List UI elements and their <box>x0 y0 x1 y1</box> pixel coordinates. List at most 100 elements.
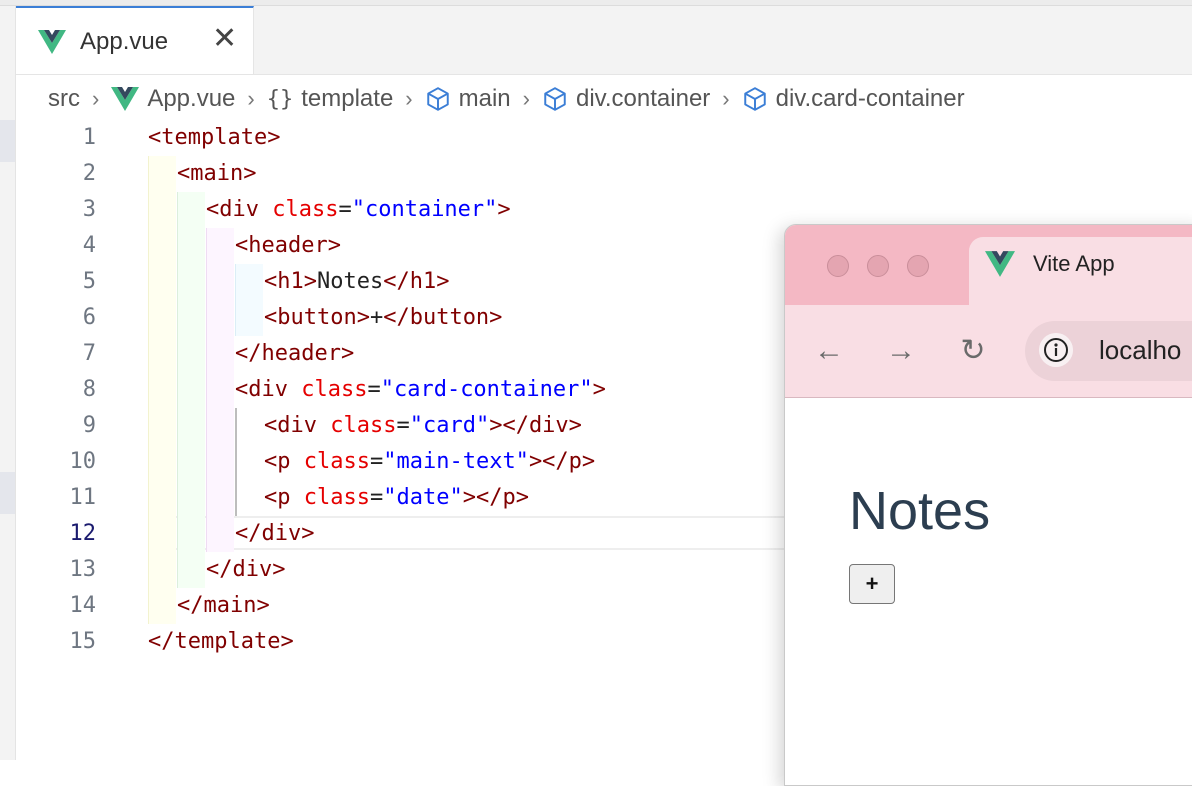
indent-guide <box>148 156 176 624</box>
braces-icon: {} <box>266 86 294 112</box>
code-token: </header> <box>235 341 355 366</box>
forward-arrow-icon[interactable]: → <box>885 335 917 367</box>
editor-tab-app-vue[interactable]: App.vue ✕ <box>16 6 254 74</box>
code-token: </button> <box>383 305 503 330</box>
code-token: </div> <box>206 557 286 582</box>
code-token: > <box>592 377 606 402</box>
code-token: <div <box>264 413 317 438</box>
breadcrumb-label: div.card-container <box>775 85 965 112</box>
vue-file-icon <box>111 87 140 111</box>
line-number: 10 <box>69 449 97 474</box>
line-number: 15 <box>69 629 97 654</box>
window-close-button[interactable] <box>827 255 849 277</box>
chevron-right-icon: › <box>92 86 100 111</box>
breadcrumb-item-main[interactable]: main <box>425 85 511 113</box>
browser-tab[interactable]: Vite App <box>969 237 1192 313</box>
breadcrumb-label: div.container <box>575 85 711 112</box>
vue-logo-icon <box>985 251 1015 277</box>
code-token: <p <box>264 449 291 474</box>
back-arrow-icon[interactable]: ← <box>813 335 845 367</box>
code-token: class <box>272 197 339 222</box>
line-number: 11 <box>69 485 97 510</box>
code-token: <p <box>264 485 291 510</box>
code-token: "main-text" <box>383 449 529 474</box>
line-number: 14 <box>69 593 97 618</box>
indent-guide <box>235 264 263 336</box>
add-note-button[interactable]: + <box>849 564 895 604</box>
code-token: </template> <box>148 629 294 654</box>
code-token: ></div> <box>489 413 582 438</box>
info-icon[interactable] <box>1039 333 1073 367</box>
browser-titlebar: Vite App <box>785 225 1192 313</box>
code-token: = <box>369 485 384 510</box>
code-token: <h1> <box>264 269 317 294</box>
tab-label: App.vue <box>80 28 169 55</box>
activity-gutter <box>0 6 16 760</box>
code-token: = <box>396 413 410 438</box>
cube-icon <box>544 87 566 111</box>
browser-window: Vite App ← → ↻ localho Notes + <box>784 224 1192 786</box>
code-token: "container" <box>351 197 498 222</box>
indent-guide <box>177 192 205 588</box>
code-token: > <box>497 197 511 222</box>
line-number: 2 <box>82 161 96 186</box>
reload-icon[interactable]: ↻ <box>957 335 989 367</box>
code-token: = <box>367 377 381 402</box>
line-number: 13 <box>69 557 97 582</box>
breadcrumb-label: main <box>458 85 511 112</box>
gutter-marker <box>0 120 15 162</box>
code-token: <header> <box>235 233 341 258</box>
line-number: 6 <box>82 305 96 330</box>
breadcrumb-label: src <box>48 85 80 112</box>
browser-toolbar: ← → ↻ localho <box>785 305 1192 398</box>
chevron-right-icon: › <box>405 86 413 111</box>
address-bar[interactable]: localho <box>1025 321 1192 381</box>
code-token: class <box>303 449 370 474</box>
code-token: </div> <box>235 521 315 546</box>
close-icon[interactable]: ✕ <box>212 24 237 54</box>
code-token: "card" <box>409 413 490 438</box>
cube-icon <box>743 87 766 111</box>
line-number: 12 <box>69 521 97 546</box>
line-number: 3 <box>82 197 96 222</box>
line-number: 7 <box>82 341 96 366</box>
chevron-right-icon: › <box>522 86 530 111</box>
code-token: class <box>301 377 368 402</box>
code-token: "card-container" <box>380 377 593 402</box>
cube-icon <box>426 87 449 111</box>
line-number: 5 <box>82 269 96 294</box>
breadcrumb-item-template[interactable]: {} template <box>267 85 394 113</box>
window-minimize-button[interactable] <box>867 255 889 277</box>
line-number: 4 <box>82 233 96 258</box>
line-number: 9 <box>82 413 96 438</box>
line-number: 1 <box>82 125 96 150</box>
code-token: = <box>338 197 352 222</box>
vue-file-icon <box>38 30 66 54</box>
code-token: <div <box>235 377 288 402</box>
code-token: <button> <box>264 305 370 330</box>
url-text: localho <box>1099 335 1182 365</box>
code-token: ></p> <box>528 449 596 474</box>
breadcrumb-item-div-card-container[interactable]: div.card-container <box>742 85 965 113</box>
code-token: = <box>369 449 384 474</box>
code-token: </h1> <box>383 269 450 294</box>
code-token: <div <box>206 197 259 222</box>
browser-tab-title: Vite App <box>1033 251 1115 276</box>
window-maximize-button[interactable] <box>907 255 929 277</box>
breadcrumb-item-app-vue[interactable]: App.vue <box>111 85 235 113</box>
breadcrumb-label: template <box>301 85 394 112</box>
gutter-marker <box>0 472 15 514</box>
code-token: "date" <box>383 485 463 510</box>
code-token: Notes <box>316 269 384 294</box>
chevron-right-icon: › <box>247 86 255 111</box>
breadcrumb-item-src[interactable]: src <box>48 85 80 113</box>
code-token: <main> <box>177 161 257 186</box>
active-indent-guide <box>235 408 239 516</box>
chevron-right-icon: › <box>722 86 730 111</box>
line-number: 8 <box>82 377 96 402</box>
code-token: class <box>330 413 397 438</box>
page-heading: Notes <box>849 481 991 541</box>
breadcrumb-label: App.vue <box>147 85 236 112</box>
code-token: ></p> <box>462 485 529 510</box>
breadcrumb-item-div-container[interactable]: div.container <box>542 85 710 113</box>
